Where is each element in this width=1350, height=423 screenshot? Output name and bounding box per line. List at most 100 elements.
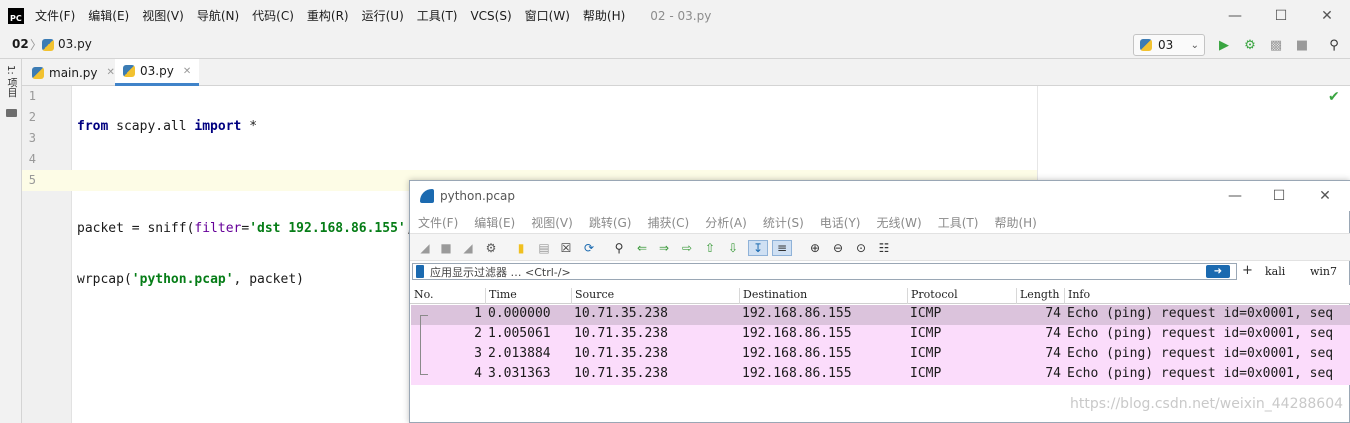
menu-run[interactable]: 运行(U) xyxy=(362,7,404,24)
apply-filter-arrow-icon[interactable]: ➜ xyxy=(1206,265,1230,278)
cell-time: 3.031363 xyxy=(488,366,551,381)
menu-file[interactable]: 文件(F) xyxy=(35,7,75,24)
cell-time: 1.005061 xyxy=(488,326,551,341)
filter-button-kali[interactable]: kali xyxy=(1265,265,1285,278)
close-tab-icon[interactable]: ✕ xyxy=(183,66,191,77)
cell-destination: 192.168.86.155 xyxy=(742,346,852,361)
ws-menu-view[interactable]: 视图(V) xyxy=(531,214,573,231)
ws-menu-capture[interactable]: 捕获(C) xyxy=(647,214,689,231)
cell-destination: 192.168.86.155 xyxy=(742,366,852,381)
open-file-icon[interactable]: ▮ xyxy=(513,240,529,256)
ws-menu-analyze[interactable]: 分析(A) xyxy=(705,214,747,231)
packet-row[interactable]: 2 1.005061 10.71.35.238 192.168.86.155 I… xyxy=(411,325,1350,345)
filter-button-win7[interactable]: win7 xyxy=(1310,265,1337,278)
coverage-icon[interactable]: ▩ xyxy=(1268,37,1284,53)
col-header-time[interactable]: Time xyxy=(485,288,517,304)
col-header-info[interactable]: Info xyxy=(1064,288,1090,304)
project-panel-label[interactable]: 1: 项目 xyxy=(3,65,18,98)
cell-protocol: ICMP xyxy=(910,326,942,341)
menu-refactor[interactable]: 重构(R) xyxy=(307,7,349,24)
ws-menu-wireless[interactable]: 无线(W) xyxy=(877,214,922,231)
debug-icon[interactable]: ⚙ xyxy=(1242,37,1258,53)
run-config-select[interactable]: 03 ⌄ xyxy=(1133,34,1205,56)
stop-capture-icon[interactable]: ■ xyxy=(438,240,454,256)
packet-row[interactable]: 3 2.013884 10.71.35.238 192.168.86.155 I… xyxy=(411,345,1350,365)
zoom-in-icon[interactable]: ⊕ xyxy=(807,240,823,256)
cell-protocol: ICMP xyxy=(910,306,942,321)
close-file-icon[interactable]: ☒ xyxy=(558,240,574,256)
string-literal: 'python.pcap' xyxy=(131,272,234,287)
go-forward-icon[interactable]: ⇒ xyxy=(656,240,672,256)
cell-destination: 192.168.86.155 xyxy=(742,326,852,341)
cell-destination: 192.168.86.155 xyxy=(742,306,852,321)
breadcrumb-file[interactable]: 03.py xyxy=(58,37,92,51)
inspection-ok-icon[interactable]: ✔ xyxy=(1328,89,1340,105)
run-icon[interactable]: ▶ xyxy=(1216,37,1232,53)
restart-capture-icon[interactable]: ◢ xyxy=(460,240,476,256)
tab-03-py[interactable]: 03.py ✕ xyxy=(115,59,200,86)
navigation-bar: 02 〉 03.py 03 ⌄ ▶ ⚙ ▩ ■ ⚲ xyxy=(0,31,1350,59)
search-icon[interactable]: ⚲ xyxy=(1326,37,1342,53)
keyword: from xyxy=(77,119,109,134)
ws-menu-tools[interactable]: 工具(T) xyxy=(938,214,979,231)
ws-menu-file[interactable]: 文件(F) xyxy=(418,214,458,231)
keyword: import xyxy=(194,119,242,134)
pycharm-logo-icon: PC xyxy=(8,7,24,24)
bookmark-icon[interactable] xyxy=(416,265,424,278)
cell-length: 74 xyxy=(1045,306,1061,321)
reload-file-icon[interactable]: ⟳ xyxy=(581,240,597,256)
capture-options-icon[interactable]: ⚙ xyxy=(483,240,499,256)
ws-menu-help[interactable]: 帮助(H) xyxy=(994,214,1036,231)
first-packet-icon[interactable]: ⇧ xyxy=(702,240,718,256)
packet-row-selected[interactable]: 1 0.000000 10.71.35.238 192.168.86.155 I… xyxy=(411,305,1350,325)
find-packet-icon[interactable]: ⚲ xyxy=(611,240,627,256)
maximize-icon[interactable]: ☐ xyxy=(1256,181,1302,211)
close-icon[interactable]: ✕ xyxy=(1304,0,1350,31)
maximize-icon[interactable]: ☐ xyxy=(1258,0,1304,31)
col-header-destination[interactable]: Destination xyxy=(739,288,807,304)
menu-code[interactable]: 代码(C) xyxy=(252,7,294,24)
wireshark-window: python.pcap — ☐ ✕ 文件(F) 编辑(E) 视图(V) 跳转(G… xyxy=(409,180,1350,423)
minimize-icon[interactable]: — xyxy=(1212,0,1258,31)
menu-help[interactable]: 帮助(H) xyxy=(583,7,625,24)
tab-main-py[interactable]: main.py ✕ xyxy=(24,59,123,86)
line-number: 3 xyxy=(28,131,36,145)
string-literal: 'dst 192.168.86.155' xyxy=(249,221,406,236)
python-file-icon xyxy=(123,65,135,77)
stop-icon[interactable]: ■ xyxy=(1294,37,1310,53)
save-file-icon[interactable]: ▤ xyxy=(536,240,552,256)
folder-icon[interactable] xyxy=(6,109,17,117)
code-text: wrpcap( xyxy=(77,272,132,287)
zoom-reset-icon[interactable]: ⊙ xyxy=(853,240,869,256)
minimize-icon[interactable]: — xyxy=(1212,181,1258,211)
resize-columns-icon[interactable]: ☷ xyxy=(876,240,892,256)
menu-edit[interactable]: 编辑(E) xyxy=(88,7,129,24)
start-capture-icon[interactable]: ◢ xyxy=(417,240,433,256)
breadcrumb-root[interactable]: 02 xyxy=(12,37,29,51)
menu-view[interactable]: 视图(V) xyxy=(142,7,184,24)
col-header-protocol[interactable]: Protocol xyxy=(907,288,958,304)
ws-menu-edit[interactable]: 编辑(E) xyxy=(474,214,515,231)
menu-vcs[interactable]: VCS(S) xyxy=(470,9,511,23)
ws-menu-telephony[interactable]: 电话(Y) xyxy=(820,214,861,231)
zoom-out-icon[interactable]: ⊖ xyxy=(830,240,846,256)
close-icon[interactable]: ✕ xyxy=(1302,181,1348,211)
autoscroll-icon[interactable]: ↧ xyxy=(748,240,768,256)
menu-window[interactable]: 窗口(W) xyxy=(525,7,570,24)
display-filter-input[interactable]: 应用显示过滤器 … <Ctrl-/> ➜ xyxy=(412,263,1237,280)
col-header-length[interactable]: Length xyxy=(1016,288,1059,304)
col-header-no[interactable]: No. xyxy=(411,288,434,304)
code-text: * xyxy=(241,119,258,134)
close-tab-icon[interactable]: ✕ xyxy=(107,67,115,78)
colorize-icon[interactable]: ≡ xyxy=(772,240,792,256)
add-filter-button-icon[interactable]: + xyxy=(1242,263,1253,278)
col-header-source[interactable]: Source xyxy=(571,288,614,304)
packet-row[interactable]: 4 3.031363 10.71.35.238 192.168.86.155 I… xyxy=(411,365,1350,385)
last-packet-icon[interactable]: ⇩ xyxy=(725,240,741,256)
ws-menu-statistics[interactable]: 统计(S) xyxy=(763,214,804,231)
go-to-packet-icon[interactable]: ⇨ xyxy=(679,240,695,256)
menu-navigate[interactable]: 导航(N) xyxy=(197,7,239,24)
go-back-icon[interactable]: ⇐ xyxy=(634,240,650,256)
ws-menu-go[interactable]: 跳转(G) xyxy=(589,214,632,231)
menu-tools[interactable]: 工具(T) xyxy=(417,7,458,24)
